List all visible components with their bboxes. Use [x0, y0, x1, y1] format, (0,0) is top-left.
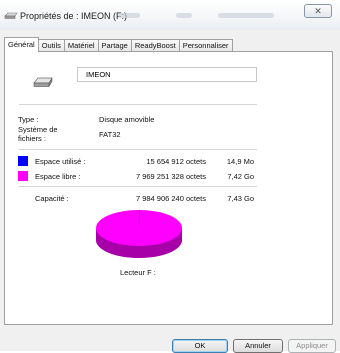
title-bar: Propriétés de : IMEON (F:) ✕ — [0, 0, 340, 30]
general-panel: Type : Disque amovible Système de fichie… — [4, 51, 333, 325]
used-space-label: Espace utilisé : — [35, 157, 86, 166]
used-space-size: 14,9 Mo — [226, 157, 254, 166]
disk-usage-pie — [93, 208, 185, 260]
drive-name-field[interactable] — [77, 67, 257, 82]
used-space-swatch — [18, 156, 28, 166]
tab-general[interactable]: Général — [4, 37, 39, 52]
filesystem-value: FAT32 — [99, 130, 121, 139]
free-space-size: 7,42 Go — [227, 172, 254, 181]
separator — [19, 104, 257, 105]
type-value: Disque amovible — [99, 115, 155, 124]
tab-bar: Général Outils Matériel Partage ReadyBoo… — [4, 37, 233, 52]
close-button[interactable]: ✕ — [304, 4, 332, 18]
drive-caption: Lecteur F : — [120, 268, 156, 277]
type-label: Type : — [18, 115, 39, 124]
filesystem-label: Système de fichiers : — [18, 125, 58, 143]
removable-drive-icon — [4, 12, 18, 19]
separator — [19, 149, 257, 150]
removable-drive-icon — [33, 77, 53, 88]
capacity-label: Capacité : — [35, 194, 69, 203]
separator — [19, 186, 257, 187]
free-space-swatch — [18, 171, 28, 181]
capacity-size: 7,43 Go — [227, 194, 254, 203]
blurred-text — [176, 13, 192, 18]
properties-dialog: Général Outils Matériel Partage ReadyBoo… — [0, 30, 340, 353]
blurred-text — [218, 13, 274, 18]
window-title: Propriétés de : IMEON (F:) — [20, 11, 128, 21]
blurred-text — [118, 13, 140, 18]
free-space-bytes: 7 969 251 328 octets — [135, 172, 206, 181]
free-space-label: Espace libre : — [35, 172, 81, 181]
capacity-bytes: 7 984 906 240 octets — [135, 194, 206, 203]
used-space-bytes: 15 654 912 octets — [146, 157, 206, 166]
close-icon: ✕ — [314, 6, 322, 16]
